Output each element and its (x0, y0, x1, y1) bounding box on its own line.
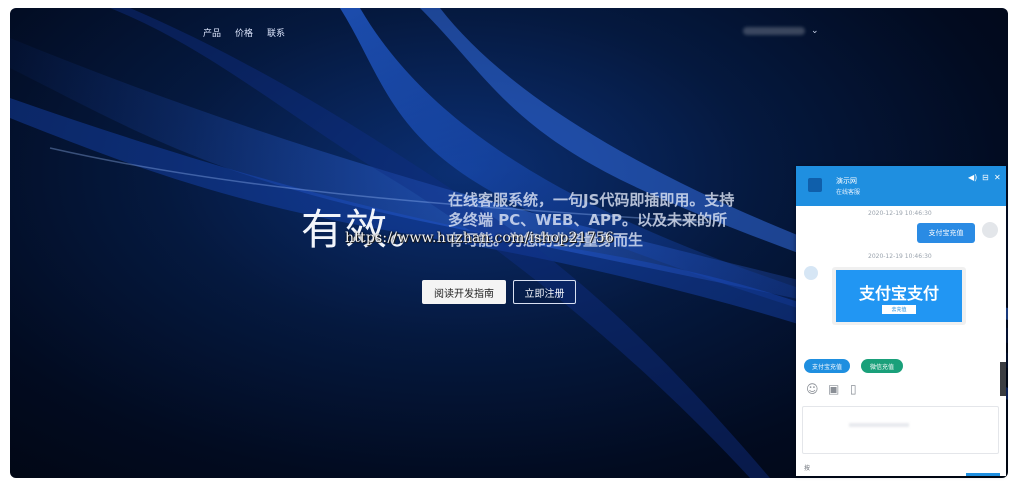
quick-reply-wechat[interactable]: 微信充值 (861, 359, 903, 373)
chat-logo-icon (808, 178, 822, 192)
input-placeholder-blurred (849, 423, 909, 427)
alipay-recharge-button[interactable]: 去充值 (882, 305, 916, 314)
hero-title: 有效。 (301, 196, 433, 257)
chat-widget: 演示网 在线客服 ◀) ⊟ ✕ 2020-12-19 10:46:30 支付宝充… (796, 166, 1006, 476)
chevron-down-icon[interactable]: ⌄ (811, 26, 819, 36)
alipay-card-banner: 支付宝支付 去充值 (836, 270, 962, 322)
user-message-bubble: 支付宝充值 (917, 223, 975, 243)
nav-item-contact[interactable]: 联系 (267, 26, 285, 39)
user-name-blurred (743, 27, 805, 35)
chat-message-input[interactable] (802, 406, 999, 454)
chat-title: 演示网 (836, 177, 857, 185)
read-dev-guide-button[interactable]: 阅读开发指南 (422, 280, 506, 304)
agent-avatar (804, 266, 818, 280)
top-nav: 产品 价格 联系 (203, 26, 285, 39)
watermark-url: https://www.huzhan.com/ishop21756 (345, 230, 615, 246)
user-menu[interactable]: ⌄ (743, 26, 819, 36)
nav-item-products[interactable]: 产品 (203, 26, 221, 39)
message-timestamp: 2020-12-19 10:46:30 (868, 210, 932, 217)
alipay-card[interactable]: 支付宝支付 去充值 (832, 267, 966, 325)
emoji-icon[interactable]: ☺ (806, 382, 819, 396)
close-icon[interactable]: ✕ (994, 173, 1001, 182)
user-avatar (982, 222, 998, 238)
quick-reply-alipay[interactable]: 支付宝充值 (804, 359, 850, 373)
chat-status: 在线客服 (836, 189, 861, 196)
image-icon[interactable]: ▣ (828, 382, 839, 396)
file-icon[interactable]: ▯ (850, 382, 857, 396)
send-button[interactable] (966, 473, 1000, 476)
minimize-icon[interactable]: ⊟ (982, 173, 989, 182)
register-now-button[interactable]: 立即注册 (513, 280, 576, 304)
chat-footer-text: 按 (804, 465, 811, 472)
nav-item-pricing[interactable]: 价格 (235, 26, 253, 39)
side-scroll-tab[interactable] (1000, 362, 1006, 396)
alipay-card-title: 支付宝支付 (858, 284, 939, 303)
message-timestamp: 2020-12-19 10:46:30 (868, 253, 932, 260)
chat-header: 演示网 在线客服 ◀) ⊟ ✕ (796, 166, 1006, 206)
sound-icon[interactable]: ◀) (968, 173, 977, 182)
